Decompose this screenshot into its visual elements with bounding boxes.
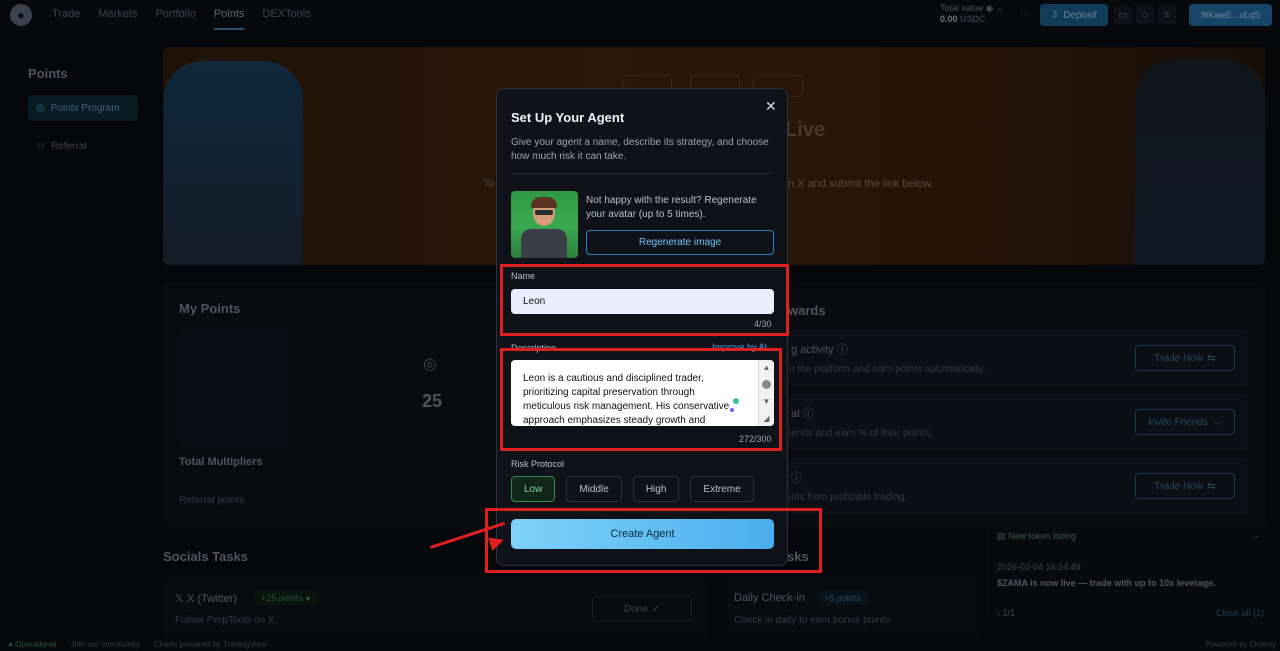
create-agent-button[interactable]: Create Agent — [511, 519, 774, 549]
name-label: Name — [511, 271, 536, 281]
risk-option-low[interactable]: Low — [511, 476, 556, 502]
risk-option-extreme[interactable]: Extreme — [690, 476, 754, 502]
avatar-body — [521, 229, 567, 258]
close-icon[interactable]: ✕ — [765, 98, 777, 115]
risk-option-high[interactable]: High — [632, 476, 680, 502]
modal-subtitle: Give your agent a name, describe its str… — [511, 137, 769, 162]
modal-title: Set Up Your Agent — [511, 110, 625, 125]
regenerate-image-button[interactable]: Regenerate image — [586, 230, 774, 255]
risk-option-middle[interactable]: Middle — [566, 476, 622, 502]
risk-protocol-label: Risk Protocol — [511, 459, 565, 469]
setup-agent-modal: Set Up Your Agent ✕ Give your agent a na… — [496, 88, 788, 566]
scroll-thumb[interactable] — [762, 380, 771, 389]
description-label: Description — [511, 343, 557, 353]
description-counter: 272/300 — [739, 434, 772, 444]
risk-protocol-options: Low Middle High Extreme — [511, 476, 754, 502]
scroll-down-icon[interactable]: ▼ — [763, 397, 771, 406]
avatar-hair — [531, 197, 557, 208]
regenerate-text: Not happy with the result? Regenerate yo… — [586, 195, 757, 220]
description-textarea[interactable]: Leon is a cautious and disciplined trade… — [511, 360, 774, 426]
improve-by-ai-link[interactable]: Improve by AI — [712, 342, 767, 352]
description-text: Leon is a cautious and disciplined trade… — [523, 373, 730, 426]
name-counter: 4/30 — [754, 319, 772, 329]
agent-avatar — [511, 191, 578, 258]
avatar-glasses — [535, 210, 553, 215]
textarea-scrollbar[interactable]: ▲ ▼ ◢ — [758, 360, 774, 426]
grammarly-icon[interactable] — [733, 398, 739, 404]
resize-grip-icon[interactable]: ◢ — [763, 414, 769, 423]
assistant-dot-icon — [730, 408, 734, 412]
divider — [511, 173, 773, 174]
name-input[interactable] — [511, 289, 774, 314]
scroll-up-icon[interactable]: ▲ — [763, 363, 771, 372]
